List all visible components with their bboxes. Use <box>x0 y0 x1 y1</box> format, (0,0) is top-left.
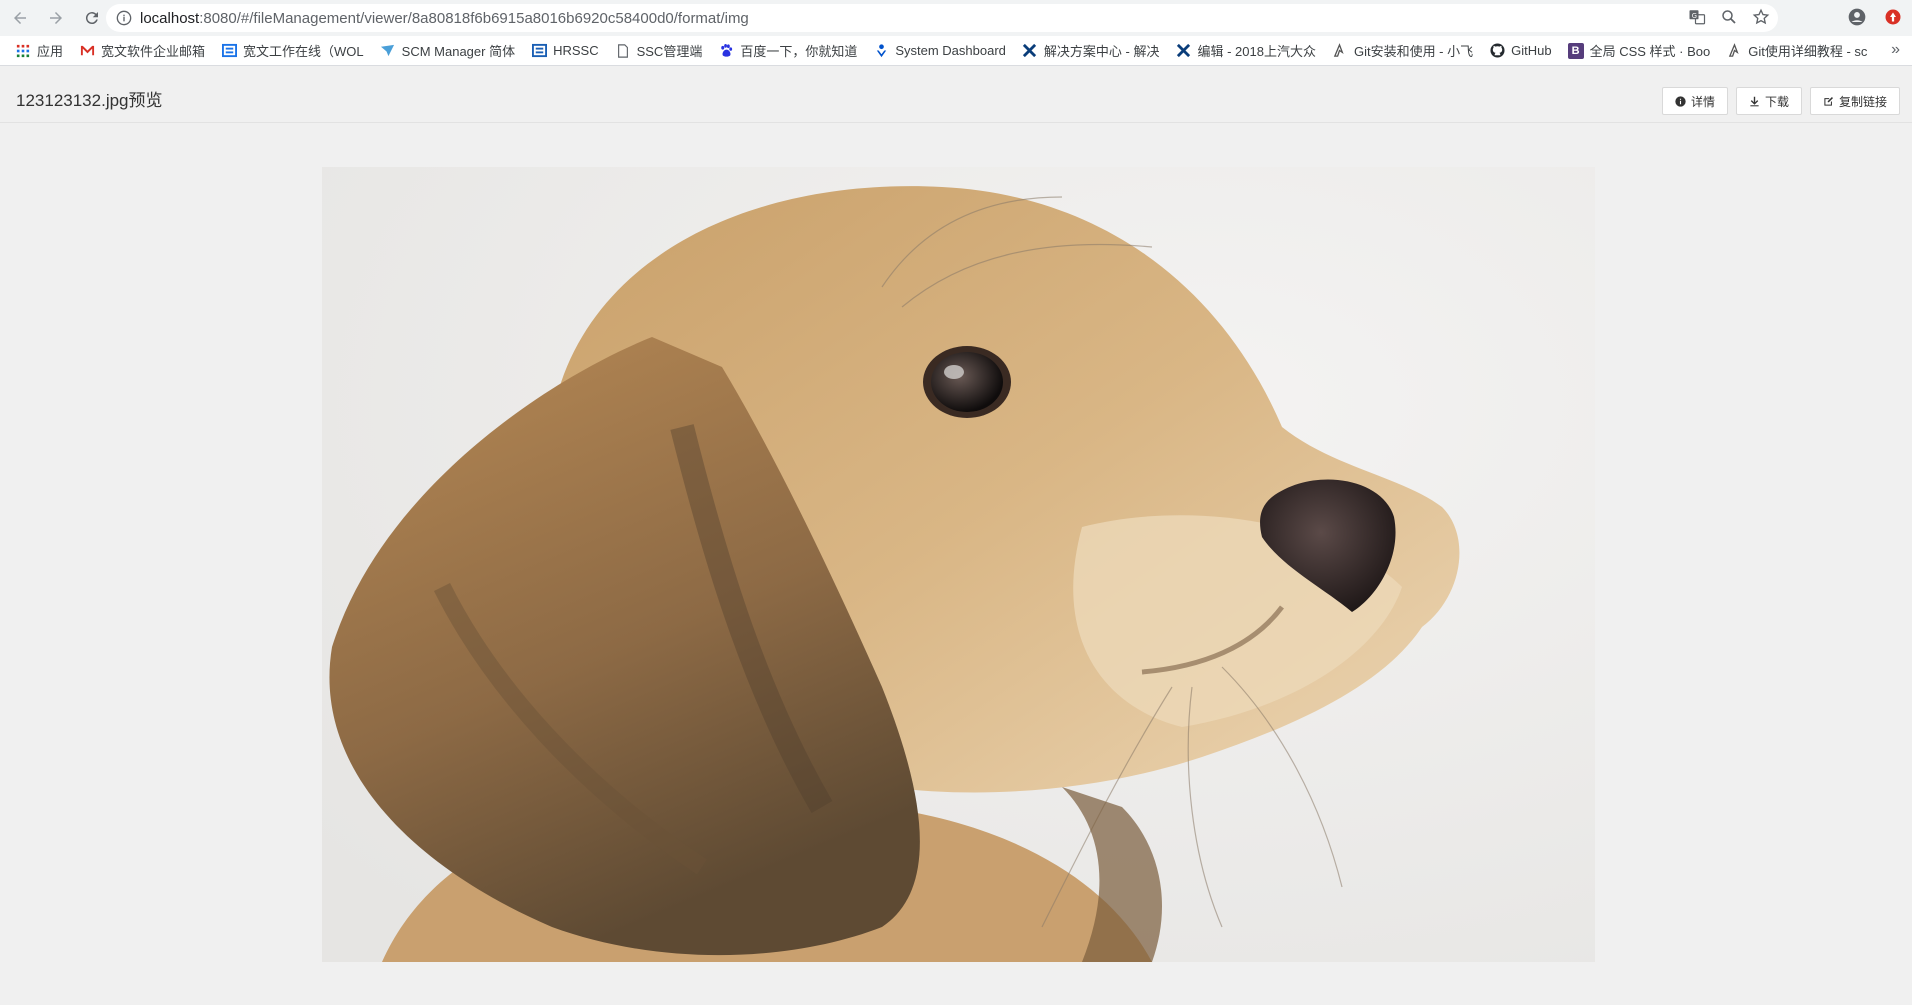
page-title: 123123132.jpg预览 <box>16 91 163 110</box>
wol-icon <box>221 43 237 59</box>
address-bar[interactable]: localhost:8080/#/fileManagement/viewer/8… <box>106 4 1778 32</box>
copy-link-button[interactable]: 复制链接 <box>1809 87 1900 115</box>
baidu-icon <box>718 43 734 59</box>
url-host: localhost <box>140 9 200 27</box>
bookmark-bootstrap[interactable]: B 全局 CSS 样式 · Boo <box>1563 39 1716 63</box>
bookmark-label: System Dashboard <box>895 43 1006 58</box>
profile-area <box>1846 6 1904 28</box>
git-icon <box>1726 43 1742 59</box>
arrow-right-icon <box>50 12 62 24</box>
header-actions: 详情 下载 复制链接 <box>1661 87 1900 115</box>
git-icon <box>1332 43 1348 59</box>
download-button[interactable]: 下载 <box>1735 87 1802 115</box>
bookmarks-overflow-icon[interactable]: » <box>1891 41 1900 59</box>
bookmark-label: 全局 CSS 样式 · Boo <box>1589 44 1711 59</box>
bookmark-label: 应用 <box>37 44 64 59</box>
details-button[interactable]: 详情 <box>1661 87 1728 115</box>
info-circle-icon <box>1675 95 1686 107</box>
bookmark-label: 解决方案中心 - 解决 <box>1043 44 1160 59</box>
info-icon <box>116 10 132 26</box>
translate-icon[interactable]: G <box>1688 8 1706 26</box>
url-text: localhost:8080/#/fileManagement/viewer/8… <box>140 10 749 27</box>
bookmark-ssc[interactable]: SSC管理端 <box>610 39 708 63</box>
bookmark-baidu[interactable]: 百度一下，你就知道 <box>713 39 862 63</box>
bookmark-label: SSC管理端 <box>636 44 703 59</box>
reload-icon <box>85 12 98 25</box>
bookmark-hrssc[interactable]: HRSSC <box>526 39 604 63</box>
url-path: :8080/#/fileManagement/viewer/8a80818f6b… <box>199 9 749 27</box>
puppy-photo <box>322 167 1595 962</box>
image-preview <box>322 167 1595 962</box>
solution-icon <box>1022 43 1038 59</box>
bookmark-label: Git安装和使用 - 小飞 <box>1353 44 1474 59</box>
bookmark-label: Git使用详细教程 - sc <box>1748 44 1868 59</box>
extension-icon <box>1885 9 1901 25</box>
bookmark-label: SCM Manager 简体 <box>401 44 516 59</box>
zoom-icon[interactable] <box>1720 8 1738 26</box>
download-icon <box>1750 96 1759 106</box>
bookmark-scm[interactable]: SCM Manager 简体 <box>375 39 520 63</box>
copy-link-label: 复制链接 <box>1838 94 1887 109</box>
preview-header: 123123132.jpg预览 详情 下载 复制链接 <box>0 66 1912 123</box>
bookmark-mail[interactable]: 宽文软件企业邮箱 <box>74 39 210 63</box>
jira-icon <box>873 43 889 59</box>
arrow-left-icon <box>14 12 26 24</box>
solution-icon <box>1175 43 1191 59</box>
bookmark-jira[interactable]: System Dashboard <box>868 39 1011 63</box>
bookmark-star-icon[interactable] <box>1752 8 1770 26</box>
gmail-icon <box>79 43 95 59</box>
page-icon <box>615 43 631 59</box>
details-label: 详情 <box>1690 94 1715 109</box>
bookmark-label: GitHub <box>1511 43 1552 58</box>
bookmark-apps[interactable]: 应用 <box>10 39 68 63</box>
scm-icon <box>380 43 396 59</box>
profile-avatar[interactable] <box>1846 6 1868 28</box>
bookmark-label: 宽文工作在线（WOL <box>243 44 364 59</box>
download-label: 下载 <box>1764 94 1789 109</box>
edit-link-icon <box>1824 96 1833 106</box>
bookmarks-bar: 应用 宽文软件企业邮箱 宽文工作在线（WOL SCM Manager 简体 HR… <box>0 36 1912 66</box>
bookmark-label: 宽文软件企业邮箱 <box>101 44 206 59</box>
extension-button[interactable] <box>1882 6 1904 28</box>
bookmark-git-tutorial[interactable]: Git使用详细教程 - sc <box>1721 39 1872 63</box>
account-icon <box>1848 8 1866 26</box>
omnibox-actions: G <box>1688 8 1770 26</box>
apps-grid-icon <box>15 43 31 59</box>
bookmark-git-install[interactable]: Git安装和使用 - 小飞 <box>1327 39 1478 63</box>
back-button[interactable] <box>4 2 36 34</box>
hrssc-icon <box>531 43 547 59</box>
svg-text:G: G <box>1692 12 1697 20</box>
bookmark-label: 编辑 - 2018上汽大众 <box>1197 44 1316 59</box>
bootstrap-icon: B <box>1567 42 1584 59</box>
bookmark-github[interactable]: GitHub <box>1484 39 1556 63</box>
bookmark-edit-2018[interactable]: 编辑 - 2018上汽大众 <box>1170 39 1320 63</box>
bookmark-wol[interactable]: 宽文工作在线（WOL <box>216 39 369 63</box>
bookmark-label: HRSSC <box>553 43 599 58</box>
reload-button[interactable] <box>76 2 108 34</box>
github-icon <box>1489 43 1505 59</box>
forward-button[interactable] <box>40 2 72 34</box>
bookmark-solution-center[interactable]: 解决方案中心 - 解决 <box>1017 39 1165 63</box>
bookmark-label: 百度一下，你就知道 <box>740 44 858 59</box>
browser-toolbar: localhost:8080/#/fileManagement/viewer/8… <box>0 0 1912 36</box>
